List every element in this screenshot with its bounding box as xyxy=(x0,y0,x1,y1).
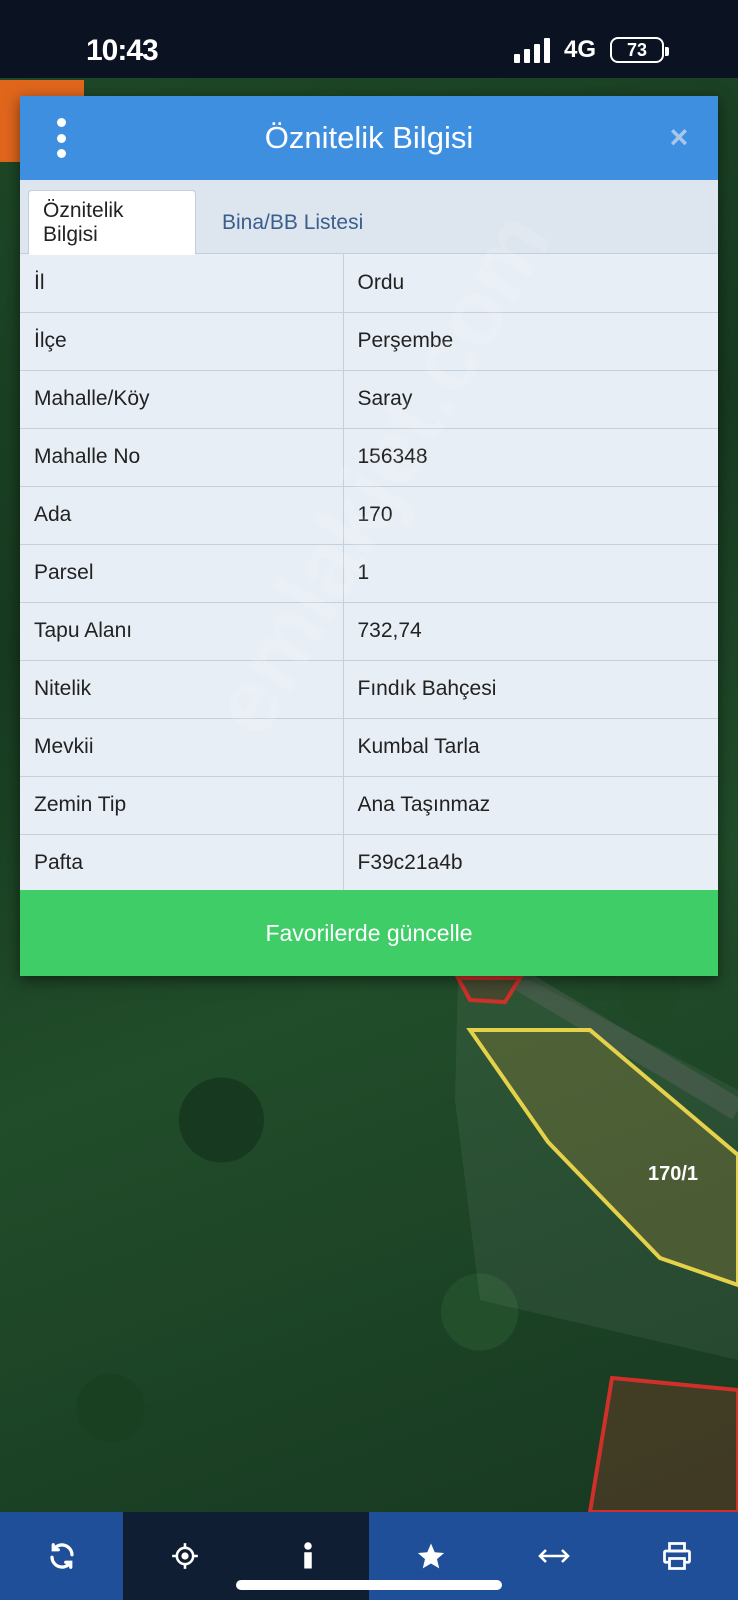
close-icon[interactable]: × xyxy=(662,120,696,154)
attribute-value: Ordu xyxy=(343,254,718,313)
table-row: Nitelik Fındık Bahçesi xyxy=(20,660,718,719)
table-row: İlçe Perşembe xyxy=(20,312,718,371)
dialog-title: Öznitelik Bilgisi xyxy=(264,120,474,155)
network-type: 4G xyxy=(563,36,596,63)
attribute-value: Saray xyxy=(343,370,718,429)
status-time: 10:43 xyxy=(86,34,159,67)
attribute-value: 170 xyxy=(343,486,718,545)
table-row: Tapu Alanı 732,74 xyxy=(20,602,718,661)
attribute-value: 156348 xyxy=(343,428,718,487)
attribute-key: Ada xyxy=(20,486,344,545)
attribute-key: İl xyxy=(20,254,344,313)
info-icon xyxy=(303,1542,312,1569)
attribute-value: Ana Taşınmaz xyxy=(343,776,718,835)
attribute-key: Parsel xyxy=(20,544,344,603)
battery-icon: 73 xyxy=(610,37,669,63)
attribute-value: Perşembe xyxy=(343,312,718,371)
table-row: Zemin Tip Ana Taşınmaz xyxy=(20,776,718,835)
kebab-menu-icon[interactable] xyxy=(48,118,74,158)
locate-button[interactable] xyxy=(123,1512,246,1600)
dialog-header: Öznitelik Bilgisi × xyxy=(20,96,718,180)
neighbor-parcel-bottom xyxy=(587,1375,738,1514)
table-row: Ada 170 xyxy=(20,486,718,545)
print-icon xyxy=(662,1542,691,1570)
refresh-icon xyxy=(49,1543,74,1569)
measure-arrows-icon xyxy=(537,1549,570,1563)
table-row: Mevkii Kumbal Tarla xyxy=(20,718,718,777)
attribute-key: Zemin Tip xyxy=(20,776,344,835)
attribute-dialog: Öznitelik Bilgisi × Öznitelik Bilgisi Bi… xyxy=(20,96,718,976)
star-icon xyxy=(417,1543,444,1569)
attribute-key: İlçe xyxy=(20,312,344,371)
attribute-key: Nitelik xyxy=(20,660,344,719)
attribute-key: Mevkii xyxy=(20,718,344,777)
table-row: İl Ordu xyxy=(20,254,718,313)
table-row: Mahalle No 156348 xyxy=(20,428,718,487)
dialog-tabs: Öznitelik Bilgisi Bina/BB Listesi xyxy=(20,180,718,255)
refresh-button[interactable] xyxy=(0,1512,123,1600)
attribute-key: Pafta xyxy=(20,834,344,893)
attribute-value: 732,74 xyxy=(343,602,718,661)
table-row: Parsel 1 xyxy=(20,544,718,603)
signal-icon xyxy=(513,37,550,63)
tab-attribute-info[interactable]: Öznitelik Bilgisi xyxy=(28,190,196,255)
print-button[interactable] xyxy=(615,1512,738,1600)
parcel-label: 170/1 xyxy=(648,1163,698,1185)
attribute-value: 1 xyxy=(343,544,718,603)
attribute-value: Kumbal Tarla xyxy=(343,718,718,777)
measure-button[interactable] xyxy=(492,1512,615,1600)
crosshair-icon xyxy=(171,1543,198,1569)
table-row: Pafta F39c21a4b xyxy=(20,834,718,893)
status-bar: 10:43 4G 73 xyxy=(0,0,738,78)
table-row: Mahalle/Köy Saray xyxy=(20,370,718,429)
attribute-key: Tapu Alanı xyxy=(20,602,344,661)
battery-level: 73 xyxy=(626,39,648,60)
update-favorites-button[interactable]: Favorilerde güncelle xyxy=(20,890,718,976)
attribute-key: Mahalle No xyxy=(20,428,344,487)
tab-building-list[interactable]: Bina/BB Listesi xyxy=(208,190,377,255)
attribute-value: Fındık Bahçesi xyxy=(343,660,718,719)
home-indicator[interactable] xyxy=(236,1580,502,1590)
attribute-value: F39c21a4b xyxy=(343,834,718,893)
status-indicators: 4G 73 xyxy=(513,36,669,64)
attribute-table: İl Ordu İlçe Perşembe Mahalle/Köy Saray Mahall… xyxy=(20,254,718,893)
attribute-key: Mahalle/Köy xyxy=(20,370,344,429)
